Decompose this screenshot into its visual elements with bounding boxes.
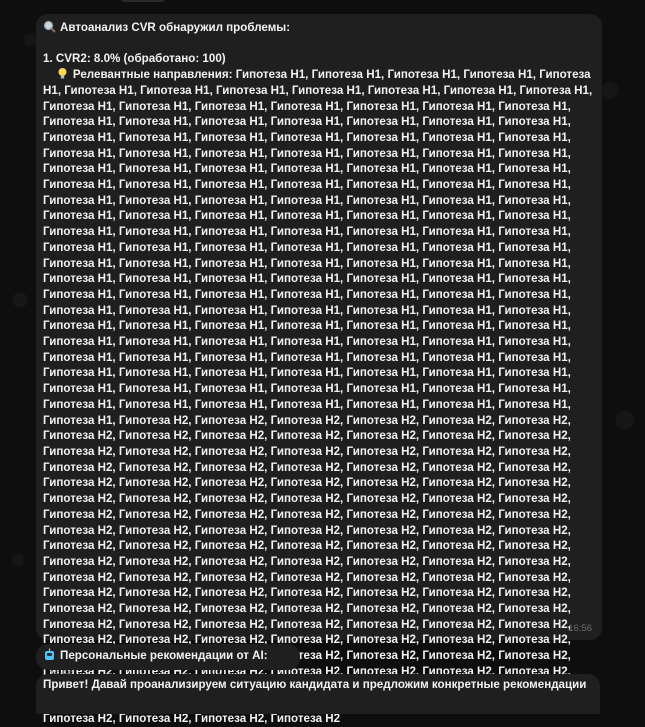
hypothesis-list: Релевантные направления: Гипотеза H1, Ги… <box>43 68 593 725</box>
ai-header-text: Персональные рекомендации от AI: <box>60 649 268 662</box>
analysis-header: Автоанализ CVR обнаружил проблемы: <box>60 21 291 34</box>
analysis-message-body: Автоанализ CVR обнаружил проблемы: 1. CV… <box>43 20 594 727</box>
cvr-line: 1. CVR2: 8.0% (обработано: 100) <box>43 52 226 66</box>
magnifier-icon <box>43 20 56 33</box>
message-time: 16:56 <box>568 623 592 634</box>
analysis-message[interactable]: Автоанализ CVR обнаружил проблемы: 1. CV… <box>36 14 602 725</box>
ai-header-message[interactable]: Персональные рекомендации от AI:16:56 <box>36 644 300 680</box>
previous-message-edge <box>118 0 168 2</box>
light-bulb-icon <box>56 67 69 80</box>
ai-reply-message[interactable]: Привет! Давай проанализируем ситуацию ка… <box>36 674 600 714</box>
robot-icon <box>43 648 56 661</box>
ai-reply-text: Привет! Давай проанализируем ситуацию ка… <box>43 678 587 691</box>
